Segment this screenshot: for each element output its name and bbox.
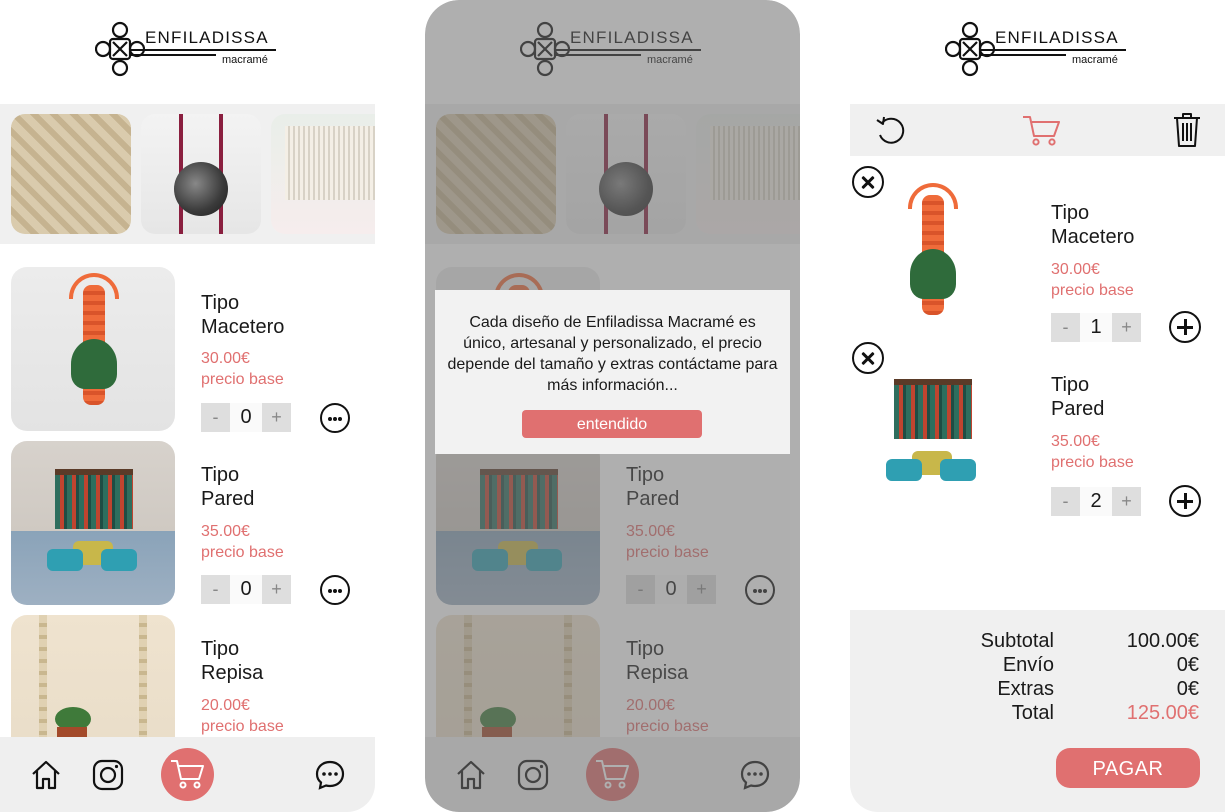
trash-icon[interactable] (1172, 112, 1202, 148)
summary-row: Total 125.00€ (850, 701, 1225, 725)
increment-button[interactable]: + (262, 575, 291, 604)
remove-item-icon[interactable] (852, 342, 884, 374)
cart-icon (171, 760, 204, 789)
logo-rule (981, 54, 1066, 56)
quantity-stepper: - 0 + (201, 403, 291, 432)
logo-rule (131, 54, 216, 56)
total-label: Total (1011, 702, 1054, 724)
cart-icon[interactable] (1022, 114, 1062, 148)
product-title: TipoPared (1051, 374, 1105, 420)
product-card[interactable]: Tipo Pared 35.00€ precio base - 0 + (0, 441, 375, 611)
more-options-icon[interactable] (320, 403, 350, 433)
remove-item-icon[interactable] (852, 166, 884, 198)
product-price: 35.00€ (1051, 433, 1100, 450)
product-price: 20.00€ (201, 697, 250, 714)
extras-value: 0€ (1176, 678, 1199, 700)
cart-button[interactable] (161, 748, 214, 801)
gallery-thumb[interactable] (141, 114, 261, 234)
summary-row: Extras 0€ (850, 677, 1225, 701)
decrement-button[interactable]: - (201, 575, 230, 604)
increment-button[interactable]: + (1112, 313, 1141, 342)
price-note: precio base (201, 544, 284, 561)
dialog-message: Cada diseño de Enfiladissa Macramé es ún… (447, 314, 778, 394)
order-summary: Subtotal 100.00€ Envío 0€ Extras 0€ Tota… (850, 610, 1225, 812)
cart-screen: ENFILADISSA macramé Tipo Macetero 30.00€ … (850, 0, 1225, 812)
gallery-thumb[interactable] (271, 114, 375, 234)
bottom-nav (0, 737, 375, 812)
cart-item: Tipo Macetero 30.00€ precio base - 1 + (850, 177, 1225, 347)
gallery-carousel[interactable] (0, 104, 375, 244)
extras-label: Extras (997, 678, 1054, 700)
product-title: TipoRepisa (201, 638, 264, 684)
quantity-stepper: - 1 + (1051, 313, 1141, 342)
increment-button[interactable]: + (262, 403, 291, 432)
subtotal-value: 100.00€ (1126, 630, 1199, 652)
shipping-label: Envío (1002, 654, 1054, 676)
decrement-button[interactable]: - (1051, 487, 1080, 516)
logo-rule (981, 49, 1126, 51)
quantity-value: 0 (230, 575, 262, 604)
price-note: precio base (1051, 454, 1134, 471)
undo-icon[interactable] (874, 114, 908, 148)
quantity-value: 1 (1080, 313, 1112, 342)
product-price: 35.00€ (201, 523, 250, 540)
product-price: 30.00€ (1051, 261, 1100, 278)
product-image[interactable] (11, 441, 175, 605)
add-extras-icon[interactable] (1169, 311, 1201, 343)
chat-icon[interactable] (314, 759, 346, 791)
quantity-value: 2 (1080, 487, 1112, 516)
brand-logo: ENFILADISSA macramé (945, 18, 1130, 80)
price-note: precio base (201, 371, 284, 388)
cart-toolbar (850, 104, 1225, 156)
gallery-thumb[interactable] (11, 114, 131, 234)
instagram-icon[interactable] (92, 759, 124, 791)
catalog-screen: ENFILADISSA macramé Tipo Macetero 30.00€ … (0, 0, 375, 812)
product-title: Tipo Macetero (1051, 202, 1135, 248)
increment-button[interactable]: + (1112, 487, 1141, 516)
subtotal-label: Subtotal (980, 630, 1054, 652)
price-note: precio base (201, 718, 284, 735)
brand-name: ENFILADISSA (145, 28, 269, 47)
brand-name: ENFILADISSA (995, 28, 1119, 47)
quantity-value: 0 (230, 403, 262, 432)
decrement-button[interactable]: - (201, 403, 230, 432)
logo-rule (131, 49, 276, 51)
add-extras-icon[interactable] (1169, 485, 1201, 517)
summary-row: Subtotal 100.00€ (850, 629, 1225, 653)
product-price: 30.00€ (201, 350, 250, 367)
product-title: TipoPared (201, 464, 255, 510)
product-image[interactable] (11, 267, 175, 431)
product-card[interactable]: Tipo Macetero 30.00€ precio base - 0 + (0, 267, 375, 437)
brand-tagline: macramé (222, 54, 268, 66)
shipping-value: 0€ (1176, 654, 1199, 676)
pay-button[interactable]: PAGAR (1056, 748, 1200, 788)
cart-item: Tipo Pared 35.00€ precio base - 2 + (850, 351, 1225, 521)
decrement-button[interactable]: - (1051, 313, 1080, 342)
product-title: Tipo Macetero (201, 292, 285, 338)
understood-button[interactable]: entendido (522, 410, 702, 438)
info-modal-screen: ENFILADISSA macramé TipoPared 35.00€ pre… (425, 0, 800, 812)
quantity-stepper: - 0 + (201, 575, 291, 604)
home-icon[interactable] (30, 759, 62, 791)
brand-tagline: macramé (1072, 54, 1118, 66)
more-options-icon[interactable] (320, 575, 350, 605)
brand-logo: ENFILADISSA macramé (95, 18, 280, 80)
summary-row: Envío 0€ (850, 653, 1225, 677)
info-dialog: Cada diseño de Enfiladissa Macramé es ún… (435, 290, 790, 454)
quantity-stepper: - 2 + (1051, 487, 1141, 516)
total-value: 125.00€ (1126, 702, 1199, 724)
price-note: precio base (1051, 282, 1134, 299)
